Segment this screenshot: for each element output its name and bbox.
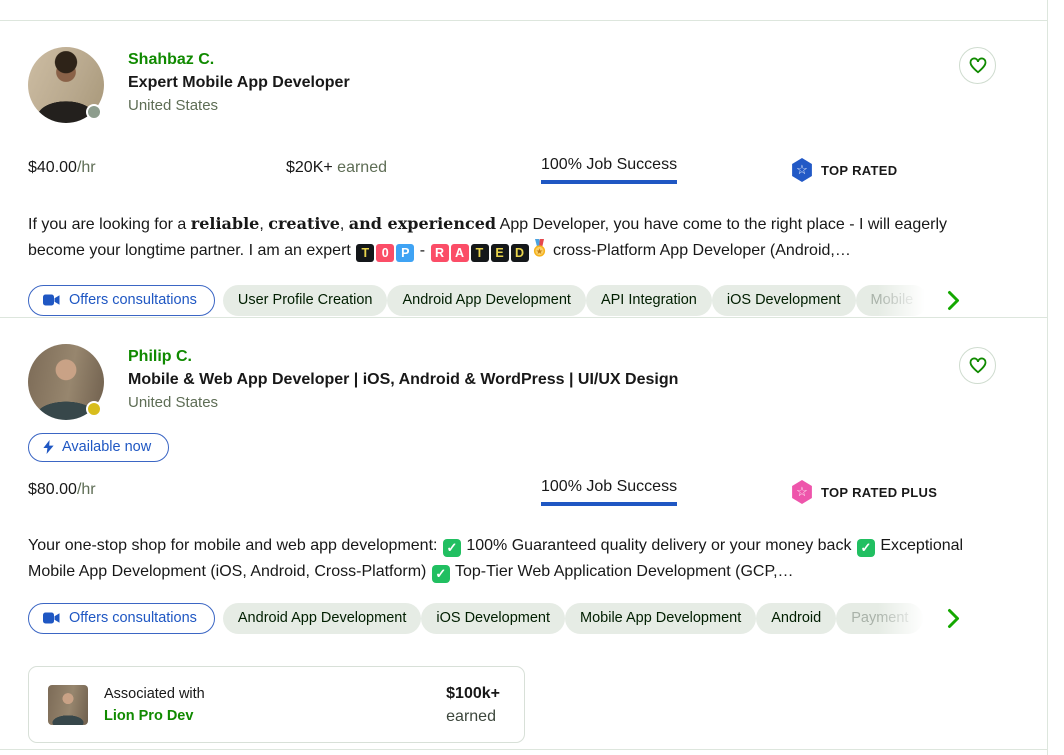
tags-clip: Offers consultations User Profile Creati…	[28, 283, 978, 317]
header-text: Philip C. Mobile & Web App Developer | i…	[128, 344, 678, 420]
status-dot	[86, 104, 102, 120]
squared-letter-tile: D	[511, 244, 529, 262]
associated-agency-box: Associated with Lion Pro Dev $100k+ earn…	[28, 666, 525, 743]
squared-letter-tile: R	[431, 244, 449, 262]
description-text: 100% Guaranteed quality delivery or your…	[462, 537, 856, 554]
svg-text:★: ★	[535, 246, 542, 255]
freelancer-name-link[interactable]: Philip C.	[128, 346, 678, 368]
offers-consultations-label: Offers consultations	[69, 610, 197, 626]
total-earned: $20K+ earned	[286, 156, 541, 180]
badge-label: TOP RATED	[821, 163, 897, 178]
freelancer-location: United States	[128, 94, 350, 118]
skill-tag[interactable]: iOS Development	[712, 285, 856, 316]
squared-letter-tile: 0	[376, 244, 394, 262]
skill-tag[interactable]: iOS Development	[421, 603, 565, 634]
profile-description[interactable]: If you are looking for a reliable, creat…	[28, 211, 1006, 266]
avatar-wrap	[28, 344, 104, 420]
hourly-rate: $80.00/hr	[28, 478, 286, 502]
freelancer-header: Philip C. Mobile & Web App Developer | i…	[28, 344, 999, 420]
freelancer-name-link[interactable]: Shahbaz C.	[128, 49, 350, 71]
description-text: reliable	[191, 214, 260, 233]
stats-row: $80.00/hr 100% Job Success ☆ TOP RATED P…	[28, 478, 999, 524]
description-text: If you are looking for a	[28, 216, 191, 233]
description-text: cross-Platform App Developer (Android,…	[549, 242, 851, 259]
description-text: Your one-stop shop for mobile and web ap…	[28, 537, 442, 554]
job-success-score: 100% Job Success	[541, 156, 677, 184]
tags-clip: Offers consultations Android App Develop…	[28, 601, 978, 635]
green-check-icon: ✓	[443, 539, 461, 557]
freelancer-title: Mobile & Web App Developer | iOS, Androi…	[128, 368, 678, 391]
skill-tag[interactable]: Android	[756, 603, 836, 634]
description-text: -	[415, 242, 429, 259]
description-text: ,	[259, 216, 268, 233]
job-success-wrap: 100% Job Success	[541, 478, 791, 506]
header-text: Shahbaz C. Expert Mobile App Developer U…	[128, 47, 350, 123]
offers-consultations-label: Offers consultations	[69, 292, 197, 308]
green-check-icon: ✓	[432, 565, 450, 583]
offers-consultations-button[interactable]: Offers consultations	[28, 603, 215, 634]
squared-letter-tile: T	[356, 244, 374, 262]
top-rated-badge: ☆ TOP RATED	[791, 158, 999, 182]
video-camera-icon	[43, 612, 60, 624]
expand-tags-chevron-icon[interactable]	[946, 608, 961, 634]
skill-tag[interactable]: Mobile App Development	[565, 603, 756, 634]
squared-letter-tile: A	[451, 244, 469, 262]
description-text: and experienced	[349, 214, 496, 233]
hourly-rate: $40.00/hr	[28, 156, 286, 180]
description-text: creative	[268, 214, 340, 233]
skill-tag[interactable]: User Profile Creation	[223, 285, 388, 316]
squared-letter-tile: T	[471, 244, 489, 262]
freelancer-header: Shahbaz C. Expert Mobile App Developer U…	[28, 47, 999, 123]
agency-earned: $100k+ earned	[446, 682, 500, 728]
save-to-favorites-button[interactable]	[959, 47, 996, 84]
expand-tags-chevron-icon[interactable]	[946, 290, 961, 316]
tags-row: Offers consultations Android App Develop…	[28, 601, 999, 635]
video-camera-icon	[43, 294, 60, 306]
stats-row: $40.00/hr $20K+ earned 100% Job Success …	[28, 156, 999, 202]
description-text: ,	[340, 216, 349, 233]
freelancer-card[interactable]: Philip C. Mobile & Web App Developer | i…	[0, 317, 1047, 750]
tags-row: Offers consultations User Profile Creati…	[28, 283, 999, 317]
offers-consultations-button[interactable]: Offers consultations	[28, 285, 215, 316]
profile-description[interactable]: Your one-stop shop for mobile and web ap…	[28, 533, 1006, 584]
description-text: Top-Tier Web Application Development (GC…	[451, 563, 794, 580]
available-now-label: Available now	[62, 439, 151, 455]
freelancer-location: United States	[128, 391, 678, 415]
lightning-bolt-icon	[43, 440, 54, 454]
top-rated-plus-badge: ☆ TOP RATED PLUS	[791, 480, 999, 504]
medal-icon: ★	[532, 239, 547, 267]
top-rated-hexagon-icon: ☆	[791, 158, 813, 182]
job-success-score: 100% Job Success	[541, 478, 677, 506]
available-now-badge[interactable]: Available now	[28, 433, 169, 462]
job-success-wrap: 100% Job Success	[541, 156, 791, 184]
agency-link[interactable]: Lion Pro Dev	[104, 705, 205, 727]
freelancer-card[interactable]: Shahbaz C. Expert Mobile App Developer U…	[0, 20, 1047, 317]
freelancer-title: Expert Mobile App Developer	[128, 71, 350, 94]
agency-thumbnail[interactable]	[48, 685, 88, 725]
top-spacer	[0, 0, 1047, 20]
skill-tag[interactable]: Payment	[836, 603, 923, 634]
save-to-favorites-button[interactable]	[959, 347, 996, 384]
squared-letter-tile: E	[491, 244, 509, 262]
skill-tag[interactable]: API Integration	[586, 285, 712, 316]
associated-with-text: Associated with Lion Pro Dev	[104, 683, 205, 727]
squared-letter-tile: P	[396, 244, 414, 262]
heart-icon	[969, 57, 987, 74]
skill-tag[interactable]: Android App Development	[223, 603, 421, 634]
top-rated-plus-hexagon-icon: ☆	[791, 480, 813, 504]
green-check-icon: ✓	[857, 539, 875, 557]
heart-icon	[969, 357, 987, 374]
associated-with-label: Associated with	[104, 683, 205, 705]
badge-label: TOP RATED PLUS	[821, 485, 937, 500]
status-dot	[86, 401, 102, 417]
skill-tag[interactable]: Mobile	[856, 285, 929, 316]
freelancer-results-list: Shahbaz C. Expert Mobile App Developer U…	[0, 0, 1048, 755]
skill-tag[interactable]: Android App Development	[387, 285, 585, 316]
avatar-wrap	[28, 47, 104, 123]
